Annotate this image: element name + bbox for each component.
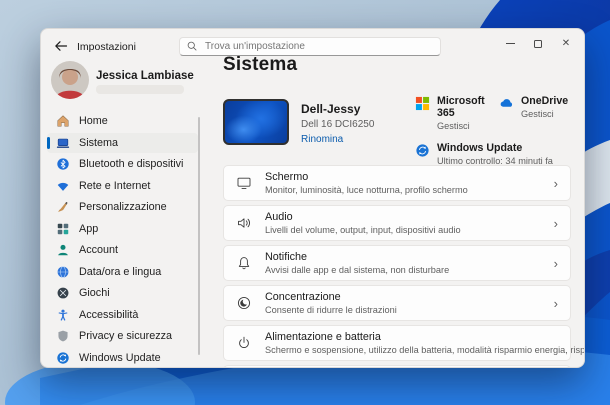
rename-link[interactable]: Rinomina (301, 134, 374, 145)
home-icon (57, 115, 69, 127)
gaming-icon (57, 287, 69, 299)
accessibility-icon (58, 309, 68, 321)
device-header: Dell-Jessy Dell 16 DCI6250 Rinomina (223, 99, 374, 145)
sidebar-item-sistema[interactable]: Sistema (47, 132, 198, 153)
sidebar-item-accessibilita[interactable]: Accessibilità (47, 305, 198, 325)
settings-card-schermo[interactable]: Schermo Monitor, luminosità, luce nottur… (223, 165, 571, 201)
device-name: Dell-Jessy (301, 102, 361, 116)
display-icon (237, 177, 251, 190)
bluetooth-icon (57, 158, 69, 170)
account-icon (58, 244, 68, 256)
device-thumbnail (223, 99, 289, 145)
sidebar-item-windows-update[interactable]: Windows Update (47, 348, 198, 368)
power-battery-icon (239, 336, 249, 348)
time-language-icon (57, 265, 69, 278)
system-icon (56, 138, 70, 148)
chevron-right-icon: › (553, 215, 558, 231)
sidebar-item-bluetooth[interactable]: Bluetooth e dispositivi (47, 154, 198, 174)
microsoft-365-icon (415, 96, 430, 111)
windows-update-icon (416, 144, 429, 157)
privacy-icon (58, 330, 68, 342)
sidebar-item-home[interactable]: Home (47, 111, 198, 131)
sidebar-item-rete[interactable]: Rete e Internet (47, 176, 198, 196)
audio-icon (238, 218, 250, 228)
back-button[interactable] (53, 38, 69, 54)
profile-email-skeleton (96, 85, 184, 94)
search-icon (186, 39, 198, 51)
device-model: Dell 16 DCI6250 (301, 119, 375, 130)
sidebar-item-account[interactable]: Account (47, 240, 198, 260)
settings-list: Schermo Monitor, luminosità, luce nottur… (223, 165, 584, 367)
chevron-right-icon: › (553, 175, 558, 191)
network-icon (57, 182, 69, 191)
settings-card-audio[interactable]: Audio Livelli del volume, output, input,… (223, 205, 571, 241)
windows-update-icon (57, 351, 69, 364)
avatar[interactable] (51, 61, 89, 99)
sidebar-item-data-ora-lingua[interactable]: Data/ora e lingua (47, 262, 198, 282)
quick-link-onedrive[interactable]: OneDrive Gestisci (499, 95, 568, 131)
sidebar-scrollbar[interactable] (198, 117, 200, 355)
profile-name: Jessica Lambiase (96, 70, 194, 82)
selected-indicator (47, 136, 50, 149)
settings-card-concentrazione[interactable]: Concentrazione Consente di ridurre le di… (223, 285, 571, 321)
quick-link-windows-update[interactable]: Windows Update Ultimo controllo: 34 minu… (415, 142, 553, 166)
personalization-icon (58, 202, 68, 213)
main-content: Sistema Dell-Jessy Dell 16 DCI6250 Rinom… (223, 29, 584, 367)
page-title: Sistema (223, 54, 298, 75)
sidebar-item-personalizzazione[interactable]: Personalizzazione (47, 197, 198, 217)
onedrive-icon (500, 99, 513, 107)
settings-window: Impostazioni ✕ Jessica Lambiase Home Sis… (40, 28, 585, 368)
settings-card-partial[interactable] (223, 365, 571, 367)
quick-links: Microsoft 365 Gestisci OneDrive Gestisci (415, 95, 571, 166)
settings-card-alimentazione[interactable]: Alimentazione e batteria Schermo e sospe… (223, 325, 584, 361)
notifications-icon (238, 257, 250, 270)
sidebar-item-giochi[interactable]: Giochi (47, 283, 198, 303)
app-title: Impostazioni (77, 41, 136, 53)
sidebar-nav: Home Sistema Bluetooth e dispositivi Ret… (47, 111, 198, 368)
focus-icon (237, 296, 251, 310)
chevron-right-icon: › (553, 295, 558, 311)
sidebar-item-privacy[interactable]: Privacy e sicurezza (47, 326, 198, 346)
chevron-right-icon: › (553, 255, 558, 271)
settings-card-notifiche[interactable]: Notifiche Avvisi dalle app e dal sistema… (223, 245, 571, 281)
sidebar-item-app[interactable]: App (47, 219, 198, 239)
quick-link-microsoft-365[interactable]: Microsoft 365 Gestisci (415, 95, 499, 131)
apps-icon (57, 223, 69, 234)
